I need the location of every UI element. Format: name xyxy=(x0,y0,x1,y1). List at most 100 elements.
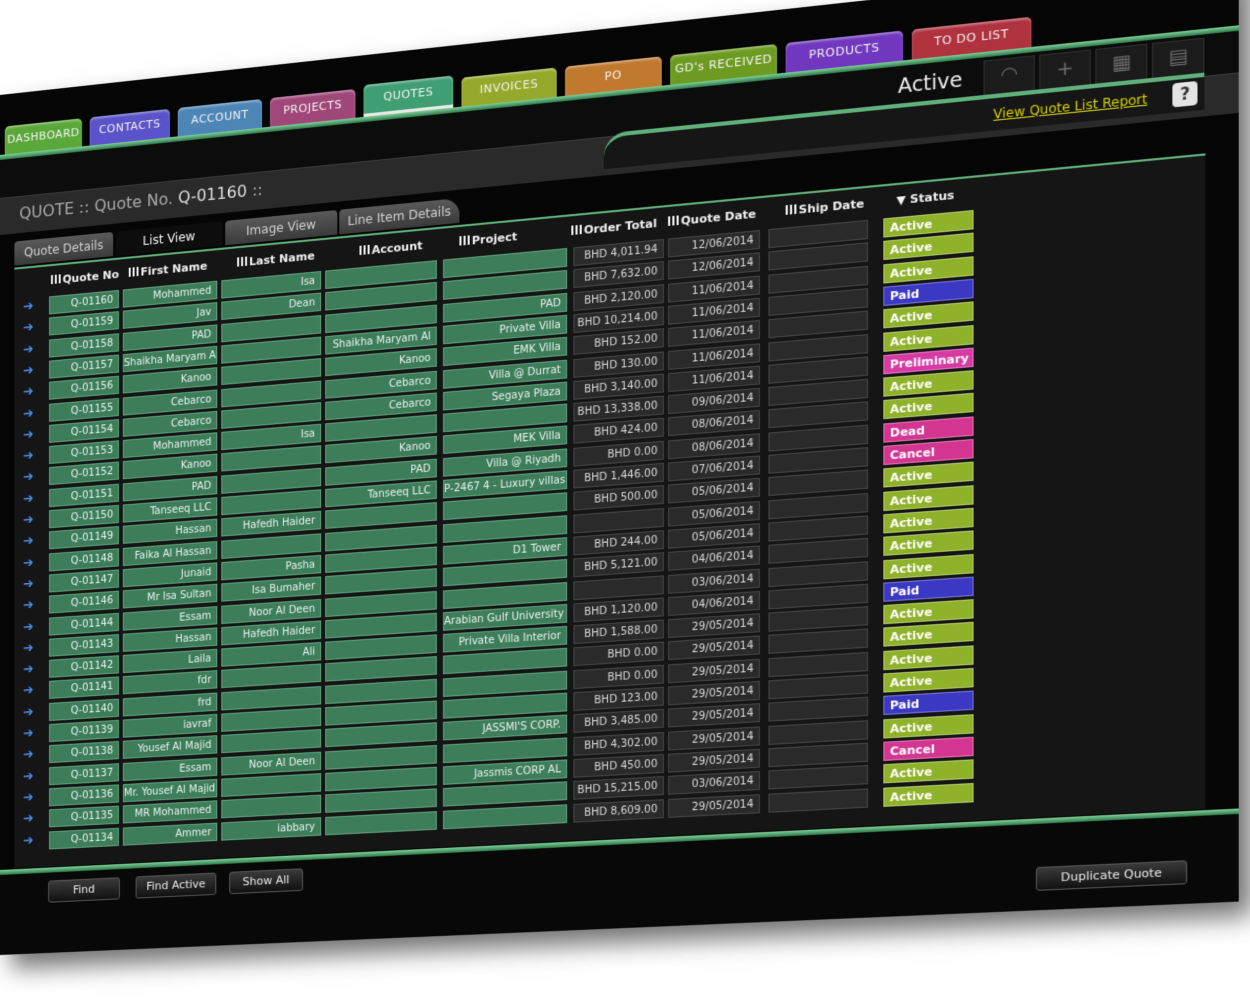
cell-first[interactable]: Mr. Yousef Al Majid xyxy=(122,778,218,803)
cell-total[interactable]: BHD 15,215.00 xyxy=(573,776,664,800)
status-badge: Active xyxy=(883,599,974,625)
row-arrow-icon[interactable]: ➔ xyxy=(23,448,35,464)
row-arrow-icon[interactable]: ➔ xyxy=(23,811,35,827)
row-arrow-icon[interactable]: ➔ xyxy=(23,576,35,592)
cell-date[interactable]: 29/05/2014 xyxy=(668,703,760,728)
cell-first[interactable]: Yousef Al Majid xyxy=(122,735,218,760)
row-arrow-icon[interactable]: ➔ xyxy=(23,512,35,528)
status-badge: Paid xyxy=(883,690,974,716)
cell-quote[interactable]: Q-01140 xyxy=(49,698,119,721)
view-quote-list-report-link[interactable]: View Quote List Report xyxy=(993,91,1147,122)
show-all-button[interactable]: Show All xyxy=(229,868,304,895)
cell-quote[interactable]: Q-01139 xyxy=(49,719,119,743)
cell-quote[interactable]: Q-01151 xyxy=(49,483,119,507)
col-quote-no[interactable]: Quote No xyxy=(50,268,119,288)
cell-quote[interactable]: Q-01152 xyxy=(49,461,119,486)
cell-quote[interactable]: Q-01149 xyxy=(49,526,119,550)
cell-ship[interactable] xyxy=(768,719,869,745)
cell-last[interactable] xyxy=(221,794,322,819)
row-arrow-icon[interactable]: ➔ xyxy=(23,470,35,486)
cell-quote[interactable]: Q-01134 xyxy=(49,827,119,849)
row-arrow-icon[interactable]: ➔ xyxy=(23,683,35,699)
row-arrow-icon[interactable]: ➔ xyxy=(23,555,35,571)
cell-date[interactable]: 29/05/2014 xyxy=(668,658,760,683)
duplicate-quote-button[interactable]: Duplicate Quote xyxy=(1035,860,1188,891)
row-arrow-icon[interactable]: ➔ xyxy=(23,406,35,422)
cell-first[interactable]: MR Mohammed xyxy=(122,800,218,824)
cell-account[interactable] xyxy=(325,810,437,835)
find-button[interactable]: Find xyxy=(48,877,120,903)
cell-last[interactable]: iabbary xyxy=(221,816,322,841)
chevron-down-icon: ▼ xyxy=(896,192,910,208)
row-arrow-icon[interactable]: ➔ xyxy=(23,384,35,400)
cell-quote[interactable]: Q-01141 xyxy=(49,676,119,700)
cell-first[interactable]: iavraf xyxy=(122,713,218,738)
row-arrow-icon[interactable]: ➔ xyxy=(23,833,35,849)
row-arrow-icon[interactable]: ➔ xyxy=(23,427,35,443)
cell-quote[interactable]: Q-01144 xyxy=(49,612,119,636)
cell-quote[interactable]: Q-01135 xyxy=(49,805,119,828)
row-arrow-icon[interactable]: ➔ xyxy=(23,662,35,678)
find-active-button[interactable]: Find Active xyxy=(135,872,217,899)
col-order-total[interactable]: Order Total xyxy=(571,216,657,238)
cell-quote[interactable]: Q-01147 xyxy=(49,569,119,593)
cell-total[interactable]: BHD 0.00 xyxy=(573,641,664,667)
row-arrow-icon[interactable]: ➔ xyxy=(23,320,35,336)
cell-total[interactable]: BHD 450.00 xyxy=(573,753,664,778)
cell-total[interactable]: BHD 123.00 xyxy=(573,686,664,712)
cell-quote[interactable]: Q-01160 xyxy=(49,289,119,315)
cell-total[interactable]: BHD 1,588.00 xyxy=(573,619,664,645)
cell-first[interactable]: Essam xyxy=(122,757,218,781)
cell-date[interactable]: 29/05/2014 xyxy=(668,680,760,706)
app-window: DASHBOARD CONTACTS ACCOUNT PROJECTS QUOTES IN… xyxy=(0,0,1239,955)
cell-ship[interactable] xyxy=(768,765,869,790)
cell-quote[interactable]: Q-01148 xyxy=(49,547,119,572)
help-icon[interactable]: ? xyxy=(1172,80,1198,108)
cell-total[interactable]: BHD 3,485.00 xyxy=(573,709,664,734)
cell-total[interactable]: BHD 8,609.00 xyxy=(573,798,664,823)
cell-first[interactable]: Ammer xyxy=(122,822,218,846)
cell-date[interactable]: 03/06/2014 xyxy=(668,771,760,795)
cell-ship[interactable] xyxy=(768,697,869,722)
row-arrow-icon[interactable]: ➔ xyxy=(23,790,35,806)
col-last-name[interactable]: Last Name xyxy=(237,249,315,270)
cell-total[interactable]: BHD 4,302.00 xyxy=(573,731,664,756)
row-arrow-icon[interactable]: ➔ xyxy=(23,299,35,315)
row-arrow-icon[interactable]: ➔ xyxy=(23,619,35,635)
cell-date[interactable]: 29/05/2014 xyxy=(668,725,760,751)
col-ship-date[interactable]: Ship Date xyxy=(785,197,864,218)
cell-last[interactable]: Noor Al Deen xyxy=(221,751,322,776)
cell-quote[interactable]: Q-01138 xyxy=(49,741,119,764)
cell-quote[interactable]: Q-01137 xyxy=(49,762,119,785)
cell-date[interactable]: 29/05/2014 xyxy=(668,793,760,818)
cell-ship[interactable] xyxy=(768,787,869,813)
cell-quote[interactable]: Q-01136 xyxy=(49,784,119,807)
cell-date[interactable]: 29/05/2014 xyxy=(668,748,760,773)
status-badge: Active xyxy=(883,645,974,670)
cell-date[interactable]: 29/05/2014 xyxy=(668,635,760,661)
row-arrow-icon[interactable]: ➔ xyxy=(23,342,35,358)
cell-total[interactable]: BHD 0.00 xyxy=(573,664,664,689)
row-arrow-icon[interactable]: ➔ xyxy=(23,726,35,742)
cell-quote[interactable]: Q-01150 xyxy=(49,504,119,529)
col-status[interactable]: ▼ Status xyxy=(896,188,954,207)
col-first-name[interactable]: First Name xyxy=(128,259,207,280)
cell-quote[interactable]: Q-01142 xyxy=(49,655,119,678)
cell-quote[interactable]: Q-01143 xyxy=(49,633,119,657)
col-account[interactable]: Account xyxy=(359,239,423,258)
row-arrow-icon[interactable]: ➔ xyxy=(23,491,35,507)
col-quote-date[interactable]: Quote Date xyxy=(668,207,756,229)
row-arrow-icon[interactable]: ➔ xyxy=(23,641,35,657)
row-arrow-icon[interactable]: ➔ xyxy=(23,598,35,614)
row-arrow-icon[interactable]: ➔ xyxy=(23,769,35,785)
col-project[interactable]: Project xyxy=(459,230,517,249)
row-arrow-icon[interactable]: ➔ xyxy=(23,534,35,550)
row-arrow-icon[interactable]: ➔ xyxy=(23,705,35,721)
cell-last[interactable] xyxy=(221,772,322,797)
status-badge: Active xyxy=(883,622,974,648)
cell-ship[interactable] xyxy=(768,742,869,768)
cell-quote[interactable]: Q-01146 xyxy=(49,590,119,614)
row-arrow-icon[interactable]: ➔ xyxy=(23,747,35,763)
cell-ship[interactable] xyxy=(768,674,869,700)
row-arrow-icon[interactable]: ➔ xyxy=(23,363,35,379)
